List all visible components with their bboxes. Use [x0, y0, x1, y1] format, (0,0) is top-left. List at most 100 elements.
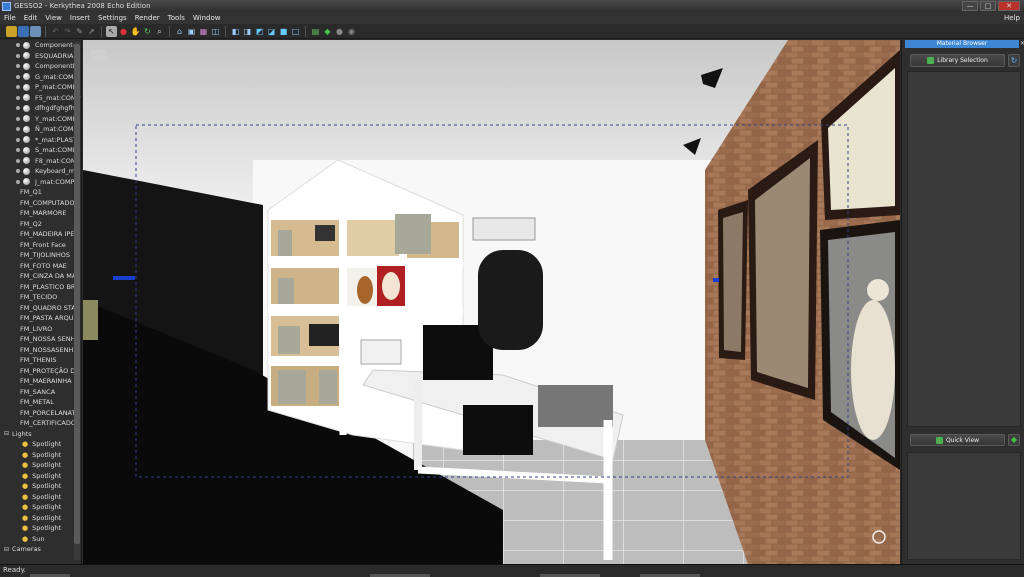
- cube-shaded-icon[interactable]: ◪: [266, 26, 277, 37]
- model-tree-item[interactable]: FM_TIJOLINHOS: [0, 250, 81, 261]
- zoom-icon[interactable]: ⌕: [154, 26, 165, 37]
- model-tree-item[interactable]: FM_PLASTICO BR: [0, 282, 81, 293]
- expand-icon[interactable]: [16, 158, 20, 163]
- light-tree-item[interactable]: ● Spotlight: [0, 460, 81, 471]
- select-cursor-icon[interactable]: ↖: [106, 25, 117, 37]
- expand-icon[interactable]: [16, 85, 20, 90]
- model-tree-item[interactable]: FM_Q2: [0, 219, 81, 230]
- lights-group[interactable]: ⊟ Lights: [0, 429, 81, 440]
- expand-icon[interactable]: [16, 53, 20, 58]
- model-tree-item[interactable]: FM_COMPUTADO: [0, 198, 81, 209]
- menu-insert[interactable]: Insert: [66, 14, 94, 22]
- render-pause-icon[interactable]: ◉: [346, 26, 357, 37]
- light-tree-item[interactable]: ● Spotlight: [0, 439, 81, 450]
- scene-tree-scrollbar[interactable]: [74, 42, 80, 560]
- cameras-group[interactable]: ⊟ Cameras: [0, 544, 81, 555]
- light-tree-item[interactable]: ● Spotlight: [0, 513, 81, 524]
- add-material-icon[interactable]: ◆: [1008, 434, 1020, 446]
- collapse-icon[interactable]: ⊟: [4, 546, 9, 553]
- model-tree-item[interactable]: FM_MADEIRA IPE: [0, 229, 81, 240]
- scrollbar-thumb[interactable]: [74, 44, 80, 544]
- wireframe-icon[interactable]: ◫: [210, 26, 221, 37]
- render-settings-icon[interactable]: ▤: [310, 26, 321, 37]
- material-library-area[interactable]: [907, 71, 1021, 427]
- menu-help[interactable]: Help: [1004, 12, 1020, 24]
- expand-icon[interactable]: [16, 74, 20, 79]
- menu-view[interactable]: View: [41, 14, 66, 22]
- rotate-icon[interactable]: ↻: [142, 26, 153, 37]
- expand-icon[interactable]: [16, 43, 20, 48]
- view-camera-icon[interactable]: [91, 50, 107, 62]
- light-tree-item[interactable]: ● Spotlight: [0, 471, 81, 482]
- expand-icon[interactable]: [16, 106, 20, 111]
- light-tree-item[interactable]: ● Spotlight: [0, 502, 81, 513]
- library-selection-button[interactable]: Library Selection: [910, 54, 1005, 67]
- arrow-icon[interactable]: ➚: [86, 26, 97, 37]
- material-tree-item[interactable]: F5_mat:COMP: [0, 93, 81, 104]
- light-tree-item[interactable]: ● Sun: [0, 534, 81, 545]
- render-stop-icon[interactable]: ●: [334, 26, 345, 37]
- close-button[interactable]: ✕: [998, 1, 1020, 11]
- model-tree-item[interactable]: FM_Front Face: [0, 240, 81, 251]
- menu-window[interactable]: Window: [189, 14, 225, 22]
- model-tree-item[interactable]: FM_FOTO MAE: [0, 261, 81, 272]
- light-tree-item[interactable]: ● Spotlight: [0, 481, 81, 492]
- material-tree-item[interactable]: Ñ_mat:COMP: [0, 124, 81, 135]
- grid-view-icon[interactable]: ▦: [198, 26, 209, 37]
- material-tree-item[interactable]: P_mat:COMP: [0, 82, 81, 93]
- expand-icon[interactable]: [16, 127, 20, 132]
- material-tree-item[interactable]: dfhgdfghgfhf: [0, 103, 81, 114]
- material-tree-item[interactable]: Y_mat:COMP: [0, 114, 81, 125]
- redo-icon[interactable]: ↷: [62, 26, 73, 37]
- menu-tools[interactable]: Tools: [164, 14, 189, 22]
- model-tree-item[interactable]: FM_Q1: [0, 187, 81, 198]
- model-tree-item[interactable]: FM_THENIS: [0, 355, 81, 366]
- model-tree-item[interactable]: FM_MAERAINHA: [0, 376, 81, 387]
- cube-side-icon[interactable]: ◨: [242, 26, 253, 37]
- expand-icon[interactable]: [16, 169, 20, 174]
- material-tree-item[interactable]: G_mat:COMP: [0, 72, 81, 83]
- model-tree-item[interactable]: FM_SANCA: [0, 387, 81, 398]
- quick-view-button[interactable]: Quick View: [910, 434, 1005, 446]
- model-tree-item[interactable]: FM_PROTEÇÃO D: [0, 366, 81, 377]
- render-start-icon[interactable]: ◆: [322, 26, 333, 37]
- magic-wand-icon[interactable]: ✎: [74, 26, 85, 37]
- model-tree-item[interactable]: FM_QUADRO STA: [0, 303, 81, 314]
- cube-outline-icon[interactable]: □: [290, 26, 301, 37]
- pan-hand-icon[interactable]: ✋: [130, 26, 141, 37]
- expand-icon[interactable]: [16, 95, 20, 100]
- maximize-button[interactable]: □: [980, 1, 996, 11]
- cube-top-icon[interactable]: ◩: [254, 26, 265, 37]
- minimize-button[interactable]: —: [962, 1, 978, 11]
- expand-icon[interactable]: [16, 148, 20, 153]
- menu-settings[interactable]: Settings: [94, 14, 131, 22]
- save-icon[interactable]: [18, 25, 29, 37]
- open-folder-icon[interactable]: [6, 25, 17, 37]
- home-view-icon[interactable]: ⌂: [174, 26, 185, 37]
- model-tree-item[interactable]: FM_CERTIFICADO: [0, 418, 81, 429]
- light-tree-item[interactable]: ● Spotlight: [0, 523, 81, 534]
- refresh-icon[interactable]: ↻: [1008, 54, 1020, 67]
- material-tree-item[interactable]: S_mat:COMPI: [0, 145, 81, 156]
- expand-icon[interactable]: [16, 64, 20, 69]
- material-tree-item[interactable]: Keyboard_ma: [0, 166, 81, 177]
- camera-icon[interactable]: ▣: [186, 26, 197, 37]
- material-tree-item[interactable]: Component#: [0, 40, 81, 51]
- model-tree-item[interactable]: FM_TECIDO: [0, 292, 81, 303]
- light-tree-item[interactable]: ● Spotlight: [0, 492, 81, 503]
- 3d-viewport[interactable]: [83, 40, 900, 564]
- model-tree-item[interactable]: FM_MARMORE: [0, 208, 81, 219]
- model-tree-item[interactable]: FM_METAL: [0, 397, 81, 408]
- camera-orbit-icon[interactable]: ●: [118, 26, 129, 37]
- material-tree-item[interactable]: *_mat:PLASTI: [0, 135, 81, 146]
- light-tree-item[interactable]: ● Spotlight: [0, 450, 81, 461]
- model-tree-item[interactable]: FM_NOSSA SENH: [0, 334, 81, 345]
- material-tree-item[interactable]: J_mat:COMPU: [0, 177, 81, 188]
- undo-icon[interactable]: ↶: [50, 26, 61, 37]
- model-tree-item[interactable]: FM_CINZA DA MA: [0, 271, 81, 282]
- menu-edit[interactable]: Edit: [20, 14, 42, 22]
- model-tree-item[interactable]: FM_LIVRO: [0, 324, 81, 335]
- collapse-icon[interactable]: ⊟: [4, 430, 9, 437]
- save-as-icon[interactable]: [30, 25, 41, 37]
- close-icon[interactable]: ✕: [1020, 40, 1024, 47]
